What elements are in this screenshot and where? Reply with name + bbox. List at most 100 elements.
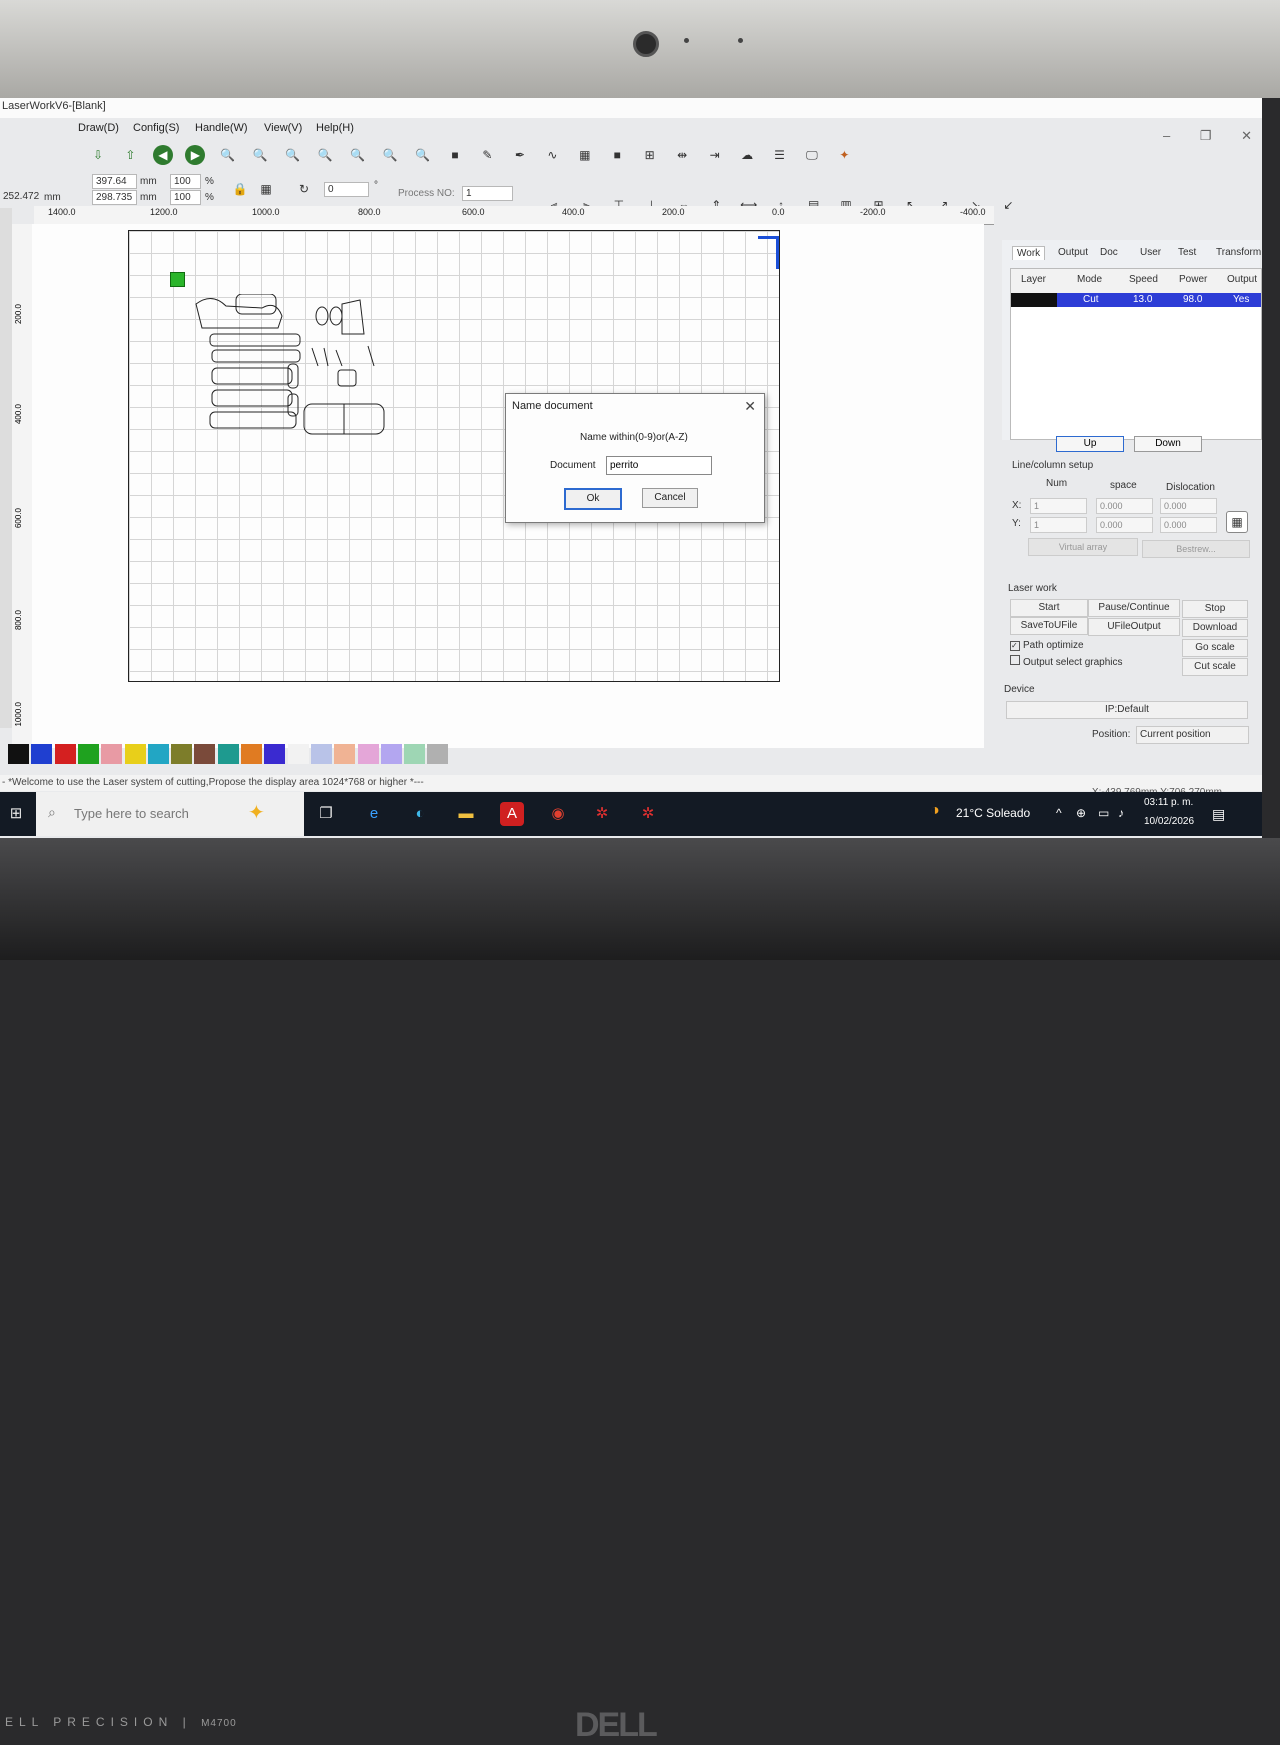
align-icon[interactable]: ⇹ xyxy=(672,145,692,165)
y-num-field[interactable]: 1 xyxy=(1030,517,1087,533)
rectangle-icon[interactable]: ■ xyxy=(607,145,627,165)
zoom-select-icon[interactable]: 🔍 xyxy=(380,145,400,165)
space-icon[interactable]: ⇥ xyxy=(705,145,725,165)
task-view-icon[interactable]: ❐ xyxy=(314,802,338,826)
array-grid-icon[interactable]: ▦ xyxy=(1226,511,1248,533)
network-icon[interactable]: ⊕ xyxy=(1076,806,1086,820)
y-scale-field[interactable]: 100 xyxy=(170,190,201,205)
zoom-in-icon[interactable]: 🔍 xyxy=(250,145,270,165)
position-select[interactable]: Current position xyxy=(1136,726,1249,744)
color-swatch[interactable] xyxy=(8,744,29,764)
menu-handle[interactable]: Handle(W) xyxy=(195,122,248,134)
node-edit-icon[interactable]: ✎ xyxy=(477,145,497,165)
menu-draw[interactable]: Draw(D) xyxy=(78,122,119,134)
tray-chevron-icon[interactable]: ^ xyxy=(1056,806,1062,820)
color-swatch[interactable] xyxy=(334,744,356,764)
color-swatch[interactable] xyxy=(310,744,332,764)
cloud-icon[interactable]: ☁ xyxy=(737,145,757,165)
rotate-icon[interactable]: ↻ xyxy=(294,179,314,199)
tab-doc[interactable]: Doc xyxy=(1096,246,1122,259)
laserwork-app-icon[interactable]: ✲ xyxy=(590,802,614,826)
color-swatch[interactable] xyxy=(77,744,99,764)
list-icon[interactable]: ☰ xyxy=(770,145,790,165)
x-scale-field[interactable]: 100 xyxy=(170,174,201,189)
volume-icon[interactable]: ♪ xyxy=(1118,806,1124,820)
color-swatch[interactable] xyxy=(54,744,76,764)
layer-down-button[interactable]: Down xyxy=(1134,436,1202,452)
pen-icon[interactable]: ✒ xyxy=(510,145,530,165)
close-icon[interactable]: ✕ xyxy=(1241,128,1252,143)
color-swatch[interactable] xyxy=(241,744,262,764)
menu-help[interactable]: Help(H) xyxy=(316,122,354,134)
zoom-icon[interactable]: 🔍 xyxy=(218,145,238,165)
start-button[interactable]: Start xyxy=(1010,599,1088,617)
device-select[interactable]: IP:Default xyxy=(1006,701,1248,719)
positioning-point[interactable] xyxy=(170,272,185,287)
undo-icon[interactable]: ◀ xyxy=(152,145,173,165)
y-size-field[interactable]: 298.735 xyxy=(92,190,137,205)
color-swatch[interactable] xyxy=(147,744,169,764)
tab-output[interactable]: Output xyxy=(1054,246,1092,259)
save-to-ufile-button[interactable]: SaveToUFile xyxy=(1010,617,1088,635)
color-swatch[interactable] xyxy=(194,744,216,764)
output-select-checkbox[interactable]: Output select graphics xyxy=(1010,655,1123,668)
color-swatch[interactable] xyxy=(427,744,449,764)
layer-up-button[interactable]: Up xyxy=(1056,436,1124,452)
zoom-out-icon[interactable]: 🔍 xyxy=(283,145,303,165)
color-swatch[interactable] xyxy=(264,744,286,764)
color-swatch[interactable] xyxy=(101,744,123,764)
ok-button[interactable]: Ok xyxy=(564,488,622,510)
file-explorer-icon[interactable]: ▬ xyxy=(454,802,478,826)
zoom-all-icon[interactable]: 🔍 xyxy=(413,145,433,165)
clock-date[interactable]: 10/02/2026 xyxy=(1144,816,1194,827)
left-toolbox[interactable] xyxy=(0,208,12,728)
color-swatch[interactable] xyxy=(380,744,402,764)
curve-icon[interactable]: ∿ xyxy=(542,145,562,165)
monitor-icon[interactable]: 🖵 xyxy=(802,145,822,165)
taskbar-search[interactable]: ⌕ Type here to search ✦ xyxy=(36,792,304,836)
rotation-field[interactable]: 0 xyxy=(324,182,369,197)
menu-view[interactable]: View(V) xyxy=(264,122,302,134)
laserwork-active-icon[interactable]: ✲ xyxy=(636,802,660,826)
color-swatch[interactable] xyxy=(124,744,146,764)
process-field[interactable]: 1 xyxy=(462,186,513,201)
bestrew-button[interactable]: Bestrew... xyxy=(1142,540,1250,558)
x-size-field[interactable]: 397.64 xyxy=(92,174,137,189)
battery-icon[interactable]: ▭ xyxy=(1098,806,1109,820)
tab-work[interactable]: Work xyxy=(1012,246,1046,260)
color-swatch[interactable] xyxy=(217,744,239,764)
y-dislocation-field[interactable]: 0.000 xyxy=(1160,517,1217,533)
x-num-field[interactable]: 1 xyxy=(1030,498,1087,514)
bitmap-icon[interactable]: ▦ xyxy=(575,145,595,165)
clock-time[interactable]: 03:11 p. m. xyxy=(1144,797,1193,808)
color-swatch[interactable] xyxy=(171,744,193,764)
dog-cut-parts[interactable] xyxy=(192,294,392,444)
grid-icon[interactable]: ▦ xyxy=(256,179,276,199)
color-swatch[interactable] xyxy=(287,744,309,764)
acrobat-icon[interactable]: A xyxy=(500,802,524,826)
select-icon[interactable]: ■ xyxy=(445,145,465,165)
internet-explorer-icon[interactable]: e xyxy=(362,802,386,826)
pause-continue-button[interactable]: Pause/Continue xyxy=(1088,599,1180,617)
cancel-button[interactable]: Cancel xyxy=(642,488,698,508)
table-row[interactable]: Cut 13.0 98.0 Yes xyxy=(1011,293,1261,307)
document-name-input[interactable] xyxy=(606,456,712,475)
virtual-array-button[interactable]: Virtual array xyxy=(1028,538,1138,556)
stop-button[interactable]: Stop xyxy=(1182,600,1248,618)
minimize-icon[interactable]: – xyxy=(1163,128,1170,143)
color-swatch[interactable] xyxy=(404,744,426,764)
move-bottom-left-icon[interactable]: ↙ xyxy=(998,195,1018,215)
path-optimize-checkbox[interactable]: ✓ Path optimize xyxy=(1010,640,1084,651)
tab-transform[interactable]: Transform xyxy=(1212,246,1262,259)
color-swatch[interactable] xyxy=(357,744,379,764)
tab-user[interactable]: User xyxy=(1136,246,1165,259)
tree-icon[interactable]: ⊞ xyxy=(640,145,660,165)
import-icon[interactable]: ⇩ xyxy=(88,145,108,165)
lock-icon[interactable]: 🔒 xyxy=(230,179,250,199)
menu-config[interactable]: Config(S) xyxy=(133,122,179,134)
ufile-output-button[interactable]: UFileOutput xyxy=(1088,618,1180,636)
weather-text[interactable]: 21°C Soleado xyxy=(956,806,1030,820)
notification-icon[interactable]: ▤ xyxy=(1212,806,1225,823)
cut-scale-button[interactable]: Cut scale xyxy=(1182,658,1248,676)
tab-test[interactable]: Test xyxy=(1174,246,1200,259)
